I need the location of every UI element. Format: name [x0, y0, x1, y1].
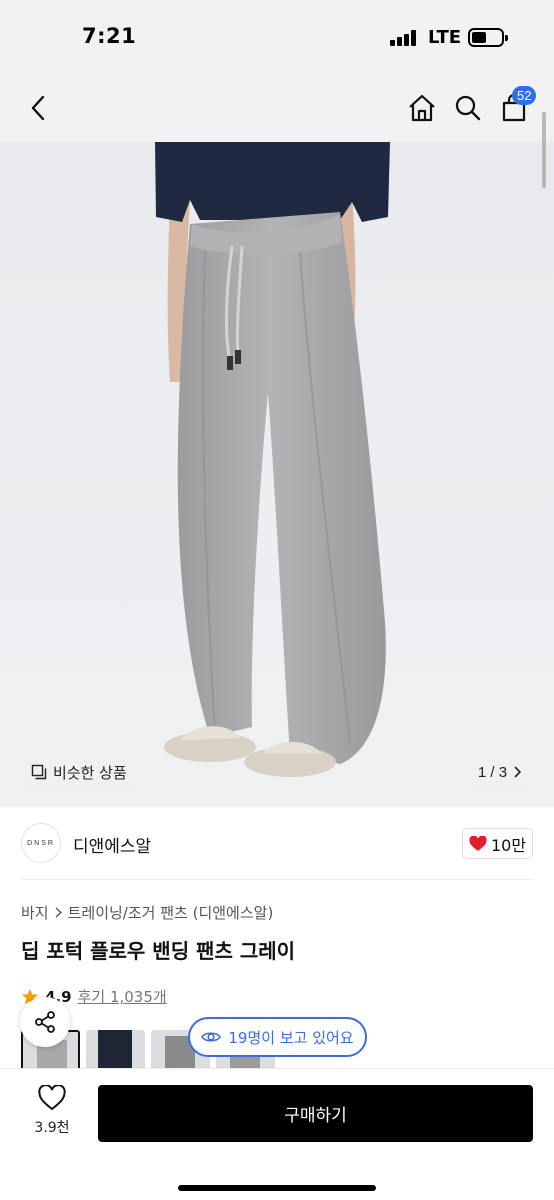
- status-time: 7:21: [82, 24, 137, 48]
- purchase-bar: 3.9천 구매하기: [0, 1068, 554, 1200]
- similar-items-icon: [31, 764, 47, 780]
- cart-button[interactable]: 52: [496, 86, 537, 126]
- similar-products-label: 비슷한 상품: [53, 763, 127, 782]
- section-divider: [21, 879, 533, 880]
- home-button[interactable]: [404, 90, 440, 126]
- viewers-count-pill: 19명이 보고 있어요: [188, 1017, 367, 1057]
- page-scrollbar: [542, 112, 546, 188]
- home-indicator: [178, 1185, 376, 1191]
- status-bar: 7:21 LTE: [0, 0, 554, 76]
- home-icon: [409, 94, 435, 122]
- breadcrumb-item[interactable]: 바지: [21, 902, 49, 923]
- heart-filled-icon: [469, 835, 487, 851]
- breadcrumb: 바지 트레이닝/조거 팬츠 (디앤에스알): [21, 902, 273, 923]
- brand-logo[interactable]: DNSR: [21, 823, 61, 863]
- chevron-left-icon: [31, 95, 45, 121]
- product-title: 딥 포턱 플로우 밴딩 팬츠 그레이: [21, 939, 296, 963]
- app-header: 52: [0, 76, 554, 142]
- eye-icon: [201, 1032, 222, 1042]
- back-button[interactable]: [20, 90, 56, 126]
- brand-like-button[interactable]: 10만: [462, 828, 533, 859]
- similar-products-button[interactable]: 비슷한 상품: [21, 756, 137, 788]
- thumbnail[interactable]: [86, 1030, 145, 1068]
- share-icon: [35, 1011, 55, 1033]
- wishlist-count: 3.9천: [34, 1120, 70, 1136]
- product-photo: [155, 142, 390, 777]
- brand-logo-text: DNSR: [27, 839, 55, 847]
- reviews-link[interactable]: 후기 1,035개: [78, 986, 167, 1007]
- buy-button[interactable]: 구매하기: [98, 1085, 533, 1142]
- brand-like-count: 10만: [490, 835, 527, 855]
- search-button[interactable]: [450, 90, 486, 126]
- wishlist-button[interactable]: 3.9천: [26, 1084, 78, 1137]
- chevron-right-icon: [55, 907, 62, 918]
- brand-name[interactable]: 디앤에스알: [73, 832, 151, 857]
- cart-count-badge: 52: [512, 86, 537, 105]
- breadcrumb-item[interactable]: 트레이닝/조거 팬츠 (디앤에스알): [68, 902, 274, 923]
- network-type: LTE: [428, 27, 462, 48]
- brand-row: DNSR 디앤에스알 10만: [0, 820, 554, 868]
- search-icon: [455, 95, 481, 121]
- product-image-gallery[interactable]: 비슷한 상품 1 / 3: [0, 142, 554, 807]
- chevron-right-icon: [514, 766, 522, 778]
- share-button[interactable]: [20, 997, 70, 1047]
- heart-outline-icon: [38, 1084, 66, 1111]
- image-pager-text: 1 / 3: [477, 763, 508, 781]
- signal-icon: [390, 30, 420, 46]
- image-pager-button[interactable]: 1 / 3: [466, 756, 533, 788]
- battery-icon: [468, 28, 508, 47]
- viewers-count-text: 19명이 보고 있어요: [228, 1028, 354, 1047]
